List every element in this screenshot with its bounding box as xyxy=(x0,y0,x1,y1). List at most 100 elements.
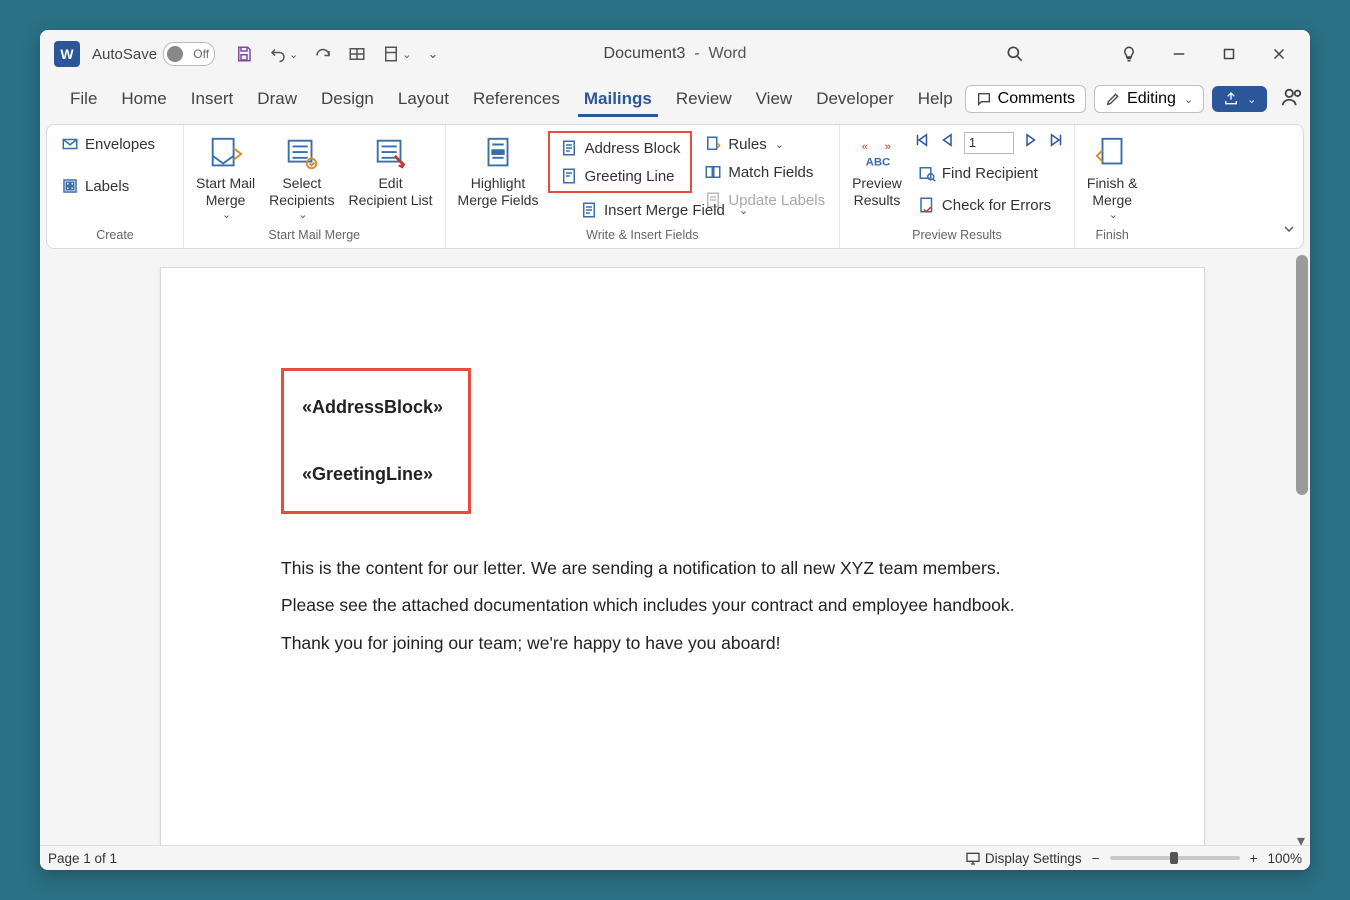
search-button[interactable] xyxy=(992,36,1038,72)
record-navigator xyxy=(912,131,1066,154)
body-line-1: This is the content for our letter. We a… xyxy=(281,550,1084,588)
redo-button[interactable] xyxy=(308,41,338,67)
zoom-thumb[interactable] xyxy=(1170,852,1178,864)
ribbon: Envelopes Labels Create Start Mail Merge… xyxy=(46,124,1304,249)
document-canvas[interactable]: «AddressBlock» «GreetingLine» This is th… xyxy=(40,249,1310,845)
vertical-scrollbar[interactable] xyxy=(1296,255,1308,495)
zoom-in-button[interactable]: + xyxy=(1250,851,1258,866)
finish-merge-label: Finish & Merge xyxy=(1087,175,1138,209)
merge-fields-highlight: «AddressBlock» «GreetingLine» xyxy=(281,368,471,514)
start-mail-merge-button[interactable]: Start Mail Merge⌄ xyxy=(192,131,259,224)
edit-recipient-list-label: Edit Recipient List xyxy=(349,175,433,209)
letter-body[interactable]: This is the content for our letter. We a… xyxy=(281,550,1084,663)
group-create: Envelopes Labels Create xyxy=(47,125,184,248)
display-settings-label: Display Settings xyxy=(985,851,1082,866)
tab-insert[interactable]: Insert xyxy=(179,83,246,115)
save-button[interactable] xyxy=(229,41,259,67)
zoom-out-button[interactable]: − xyxy=(1092,851,1100,866)
group-preview: «»ABC Preview Results Find Recipient xyxy=(840,125,1075,248)
group-finish-label: Finish xyxy=(1096,224,1129,244)
page-indicator[interactable]: Page 1 of 1 xyxy=(48,851,117,866)
display-settings-button[interactable]: Display Settings xyxy=(965,850,1082,866)
tab-home[interactable]: Home xyxy=(109,83,178,115)
autosave-label: AutoSave xyxy=(92,46,157,63)
close-button[interactable] xyxy=(1256,36,1302,72)
tab-mailings[interactable]: Mailings xyxy=(572,83,664,115)
tab-developer[interactable]: Developer xyxy=(804,83,906,115)
editing-label: Editing xyxy=(1127,90,1176,108)
check-errors-button[interactable]: Check for Errors xyxy=(912,192,1066,218)
edit-recipient-list-button[interactable]: Edit Recipient List xyxy=(345,131,437,211)
window-title: Document3 - Word xyxy=(604,45,747,63)
address-block-field[interactable]: «AddressBlock» xyxy=(302,397,448,418)
toggle-knob xyxy=(167,46,183,62)
highlight-label: Highlight Merge Fields xyxy=(458,175,539,209)
record-number-input[interactable] xyxy=(964,132,1014,154)
account-icon[interactable] xyxy=(1275,82,1309,117)
start-mail-merge-label: Start Mail Merge xyxy=(196,175,255,209)
group-preview-label: Preview Results xyxy=(912,224,1002,244)
lightbulb-button[interactable] xyxy=(1106,36,1152,72)
tab-help[interactable]: Help xyxy=(906,83,965,115)
labels-label: Labels xyxy=(85,178,129,195)
select-recipients-label: Select Recipients xyxy=(269,175,334,209)
comments-label: Comments xyxy=(998,90,1075,108)
word-app-icon: W xyxy=(54,41,80,67)
greeting-line-button[interactable]: Greeting Line xyxy=(554,163,686,189)
status-bar: Page 1 of 1 Display Settings − + 100% xyxy=(40,845,1310,870)
zoom-level[interactable]: 100% xyxy=(1267,851,1302,866)
tab-draw[interactable]: Draw xyxy=(245,83,309,115)
page-view-button[interactable]: ⌄ xyxy=(376,41,417,67)
labels-button[interactable]: Labels xyxy=(55,173,135,199)
comments-button[interactable]: Comments xyxy=(965,85,1086,113)
editing-mode-button[interactable]: Editing ⌄ xyxy=(1094,85,1204,113)
insert-merge-field-button[interactable]: Insert Merge Field ⌄ xyxy=(574,197,754,223)
tab-file[interactable]: File xyxy=(58,83,109,115)
title-bar-right xyxy=(992,36,1302,72)
maximize-button[interactable] xyxy=(1206,36,1252,72)
tab-view[interactable]: View xyxy=(744,83,805,115)
envelopes-label: Envelopes xyxy=(85,136,155,153)
group-finish: Finish & Merge⌄ Finish xyxy=(1075,125,1150,248)
svg-text:«: « xyxy=(862,141,868,153)
table-view-button[interactable] xyxy=(342,41,372,67)
next-record-button[interactable] xyxy=(1020,131,1040,154)
qat-customize[interactable]: ⌄ xyxy=(421,42,444,66)
document-page[interactable]: «AddressBlock» «GreetingLine» This is th… xyxy=(160,267,1205,845)
highlight-merge-fields-button[interactable]: Highlight Merge Fields xyxy=(454,131,543,211)
envelopes-button[interactable]: Envelopes xyxy=(55,131,161,157)
undo-button[interactable]: ⌄ xyxy=(263,41,304,67)
share-button[interactable]: ⌄ xyxy=(1212,86,1267,112)
address-block-label: Address Block xyxy=(584,140,680,157)
find-recipient-button[interactable]: Find Recipient xyxy=(912,160,1066,186)
match-fields-button[interactable]: Match Fields xyxy=(698,159,831,185)
preview-results-label: Preview Results xyxy=(852,175,902,209)
tab-layout[interactable]: Layout xyxy=(386,83,461,115)
zoom-slider[interactable] xyxy=(1110,856,1240,860)
group-write-insert: Highlight Merge Fields Address Block Gre… xyxy=(446,125,841,248)
minimize-button[interactable] xyxy=(1156,36,1202,72)
insert-merge-field-label: Insert Merge Field xyxy=(604,202,725,219)
first-record-button[interactable] xyxy=(912,131,932,154)
ribbon-collapse-button[interactable] xyxy=(1281,221,1297,242)
rules-button[interactable]: Rules⌄ xyxy=(698,131,831,157)
prev-record-button[interactable] xyxy=(938,131,958,154)
app-name: Word xyxy=(709,45,747,62)
quick-access-toolbar: ⌄ ⌄ ⌄ xyxy=(229,41,444,67)
ribbon-tabs: File Home Insert Draw Design Layout Refe… xyxy=(40,78,1310,120)
tab-review[interactable]: Review xyxy=(664,83,744,115)
address-block-button[interactable]: Address Block xyxy=(554,135,686,161)
greeting-line-field[interactable]: «GreetingLine» xyxy=(302,464,448,485)
tab-references[interactable]: References xyxy=(461,83,572,115)
finish-merge-button[interactable]: Finish & Merge⌄ xyxy=(1083,131,1142,224)
match-fields-label: Match Fields xyxy=(728,164,813,181)
preview-results-button[interactable]: «»ABC Preview Results xyxy=(848,131,906,211)
last-record-button[interactable] xyxy=(1046,131,1066,154)
autosave-toggle[interactable]: Off xyxy=(163,42,215,66)
autosave-state: Off xyxy=(193,47,209,61)
select-recipients-button[interactable]: Select Recipients⌄ xyxy=(265,131,338,224)
svg-text:ABC: ABC xyxy=(866,156,891,168)
scroll-down-arrow[interactable]: ▾ xyxy=(1297,831,1307,841)
document-name: Document3 xyxy=(604,45,686,62)
tab-design[interactable]: Design xyxy=(309,83,386,115)
